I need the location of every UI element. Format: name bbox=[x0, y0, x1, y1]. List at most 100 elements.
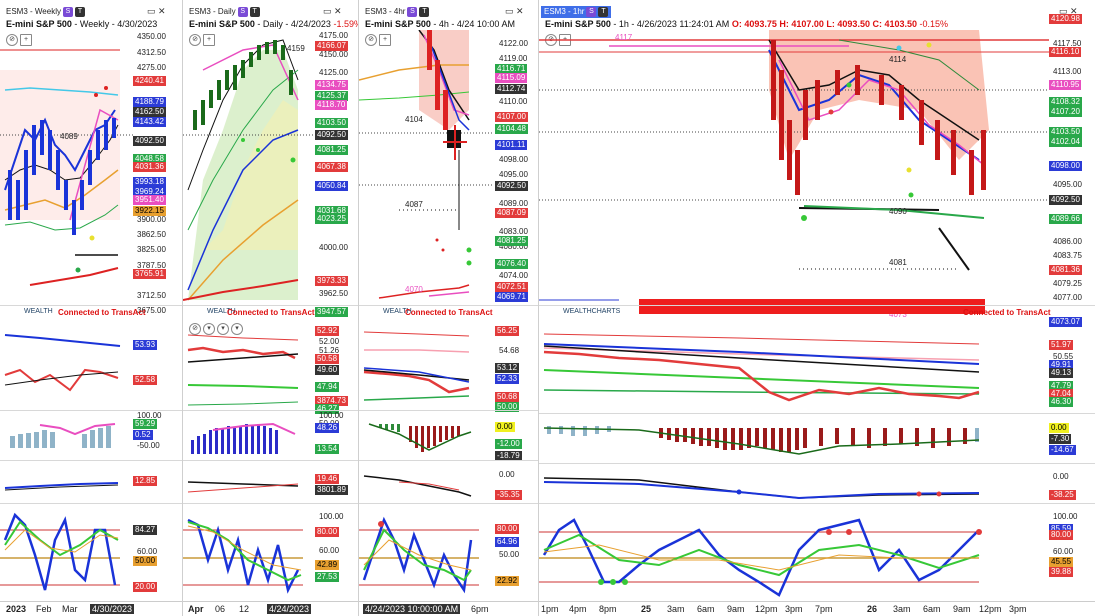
axis-label: 4098.00 bbox=[499, 155, 528, 164]
time-label: 12pm bbox=[755, 604, 778, 614]
axis-label: 3962.50 bbox=[319, 289, 348, 298]
indicator-4[interactable] bbox=[539, 510, 1049, 600]
price-tag: 4102.04 bbox=[1049, 137, 1082, 147]
price-tag: 3951.40 bbox=[133, 195, 166, 205]
axis-label: 4150.00 bbox=[319, 50, 348, 59]
axis-label: 4110.00 bbox=[499, 97, 528, 106]
indicator-2[interactable] bbox=[539, 422, 1049, 458]
price-tag: 4098.00 bbox=[1049, 161, 1082, 171]
indicator-1[interactable] bbox=[359, 320, 493, 408]
indicator-1[interactable] bbox=[183, 320, 313, 408]
indicator-2[interactable] bbox=[183, 420, 313, 458]
time-label: 25 bbox=[641, 604, 652, 614]
chart-label: 4104 bbox=[405, 115, 423, 124]
axis-label: 4119.00 bbox=[499, 54, 528, 63]
indicator-2[interactable] bbox=[0, 420, 133, 458]
chart-panel-1hr[interactable]: ESM3 - 1hr S T ▭ ✕ E-mini S&P 500 - 1h - 4… bbox=[539, 0, 1095, 616]
time-axis[interactable]: 1pm 4pm 8pm 25 3am 6am 9am 12pm 3pm 7pm … bbox=[539, 601, 1095, 616]
panel-tab[interactable]: ESM3 - Weekly S T bbox=[6, 6, 85, 18]
chart-title: E-mini S&P 500 - 4h - 4/24 10:00 AM bbox=[365, 19, 515, 29]
price-tag: -14.67 bbox=[1049, 445, 1076, 455]
window-controls[interactable]: ▭ ✕ bbox=[323, 6, 342, 17]
chart-panel-daily[interactable]: ESM3 - Daily S T ▭ ✕ E-mini S&P 500 - Dail… bbox=[183, 0, 359, 616]
time-label: 6pm bbox=[471, 604, 489, 614]
price-tag: 42.89 bbox=[315, 560, 340, 570]
chart-label: 4090 bbox=[889, 207, 907, 216]
indicator-4[interactable] bbox=[359, 510, 493, 600]
panel-tab[interactable]: ESM3 - 4hr S T bbox=[365, 6, 430, 18]
price-tag: 45.55 bbox=[1049, 557, 1074, 567]
axis-label: 4350.00 bbox=[137, 32, 166, 41]
price-chart[interactable] bbox=[359, 30, 493, 302]
axis-label: 0.00 bbox=[499, 470, 515, 479]
connection-status: Connected to TransAct bbox=[963, 308, 1051, 317]
indicator-3[interactable] bbox=[183, 470, 313, 500]
price-tag: 64.96 bbox=[495, 537, 520, 547]
chart-panel-4hr[interactable]: ESM3 - 4hr S T ▭ ✕ E-mini S&P 500 - 4h - 4… bbox=[359, 0, 539, 616]
price-tag: 4081.25 bbox=[495, 236, 528, 246]
indicator-1[interactable] bbox=[0, 320, 133, 408]
connection-status: Connected to TransAct bbox=[58, 308, 146, 317]
price-tag: 56.25 bbox=[495, 326, 520, 336]
price-tag: -12.00 bbox=[495, 439, 522, 449]
price-axis[interactable]: 4175.00 4150.00 4125.00 4000.00 3962.50 … bbox=[315, 30, 358, 317]
price-tag: 27.53 bbox=[315, 572, 340, 582]
panel-tab[interactable]: ESM3 - Daily S T bbox=[189, 6, 260, 18]
indicator-1[interactable] bbox=[539, 330, 1049, 410]
price-tag: 4073.07 bbox=[1049, 317, 1082, 327]
chart-label: 4089 bbox=[60, 132, 78, 141]
t-badge[interactable]: T bbox=[598, 6, 609, 17]
price-tag: 4143.42 bbox=[133, 117, 166, 127]
price-tag: 4166.07 bbox=[315, 41, 348, 51]
t-badge[interactable]: T bbox=[74, 6, 85, 17]
time-axis[interactable]: 2023 Feb Mar 4/30/2023 bbox=[0, 601, 182, 616]
time-label: 9am bbox=[953, 604, 971, 614]
s-badge[interactable]: S bbox=[586, 6, 597, 17]
indicator-4[interactable] bbox=[183, 510, 313, 600]
indicator-3[interactable] bbox=[539, 470, 1049, 500]
panel-tab[interactable]: ESM3 - 1hr S T bbox=[541, 6, 612, 18]
window-controls[interactable]: ▭ ✕ bbox=[505, 6, 524, 17]
axis-label: 4275.00 bbox=[137, 63, 166, 72]
window-controls[interactable]: ▭ ✕ bbox=[147, 6, 166, 17]
axis-label: 4122.00 bbox=[499, 39, 528, 48]
chart-panel-weekly[interactable]: ESM3 - Weekly S T ▭ ✕ E-mini S&P 500 - Wee… bbox=[0, 0, 183, 616]
time-axis[interactable]: Apr 06 12 4/24/2023 bbox=[183, 601, 358, 616]
indicator-4[interactable] bbox=[0, 510, 133, 600]
price-tag: 3947.57 bbox=[315, 307, 348, 317]
price-chart[interactable] bbox=[0, 30, 133, 302]
price-chart[interactable] bbox=[539, 30, 1049, 302]
price-tag: 4031.36 bbox=[133, 162, 166, 172]
panel-tab-label: ESM3 - Weekly bbox=[6, 7, 61, 16]
time-label: Feb bbox=[36, 604, 52, 614]
t-badge[interactable]: T bbox=[249, 6, 260, 17]
price-tag: 49.13 bbox=[1049, 368, 1074, 378]
price-tag: 4069.71 bbox=[495, 292, 528, 302]
price-axis[interactable]: 4350.00 4312.50 4275.00 3900.00 3862.50 … bbox=[133, 30, 182, 315]
price-tag: 0.00 bbox=[495, 422, 515, 432]
s-badge[interactable]: S bbox=[407, 6, 418, 17]
price-axis[interactable]: 4122.00 4119.00 4110.00 4098.00 4095.00 … bbox=[495, 30, 538, 310]
chart-title: E-mini S&P 500 - Weekly - 4/30/2023 bbox=[6, 19, 158, 29]
time-axis[interactable]: 4/24/2023 10:00:00 AM 6pm bbox=[359, 601, 538, 616]
chart-label: 4114 bbox=[889, 55, 907, 64]
price-tag: 39.88 bbox=[1049, 567, 1074, 577]
axis-label: 4113.00 bbox=[1053, 67, 1082, 76]
axis-label: 100.00 bbox=[319, 512, 344, 521]
time-label: 1pm bbox=[541, 604, 559, 614]
time-label: 12pm bbox=[979, 604, 1002, 614]
s-badge[interactable]: S bbox=[237, 6, 248, 17]
price-tag: 46.30 bbox=[1049, 397, 1074, 407]
time-label: 2023 bbox=[6, 604, 27, 614]
time-label: 26 bbox=[867, 604, 878, 614]
indicator-3[interactable] bbox=[359, 470, 493, 500]
price-tag: 4120.98 bbox=[1049, 14, 1082, 24]
indicator-3[interactable] bbox=[0, 470, 133, 500]
s-badge[interactable]: S bbox=[62, 6, 73, 17]
price-tag: 4087.09 bbox=[495, 208, 528, 218]
t-badge[interactable]: T bbox=[419, 6, 430, 17]
price-tag: 4076.40 bbox=[495, 259, 528, 269]
price-chart[interactable] bbox=[183, 30, 313, 302]
price-axis[interactable]: 4117.50 4113.00 4095.00 4086.00 4083.75 … bbox=[1049, 14, 1095, 327]
indicator-2[interactable] bbox=[359, 420, 493, 458]
